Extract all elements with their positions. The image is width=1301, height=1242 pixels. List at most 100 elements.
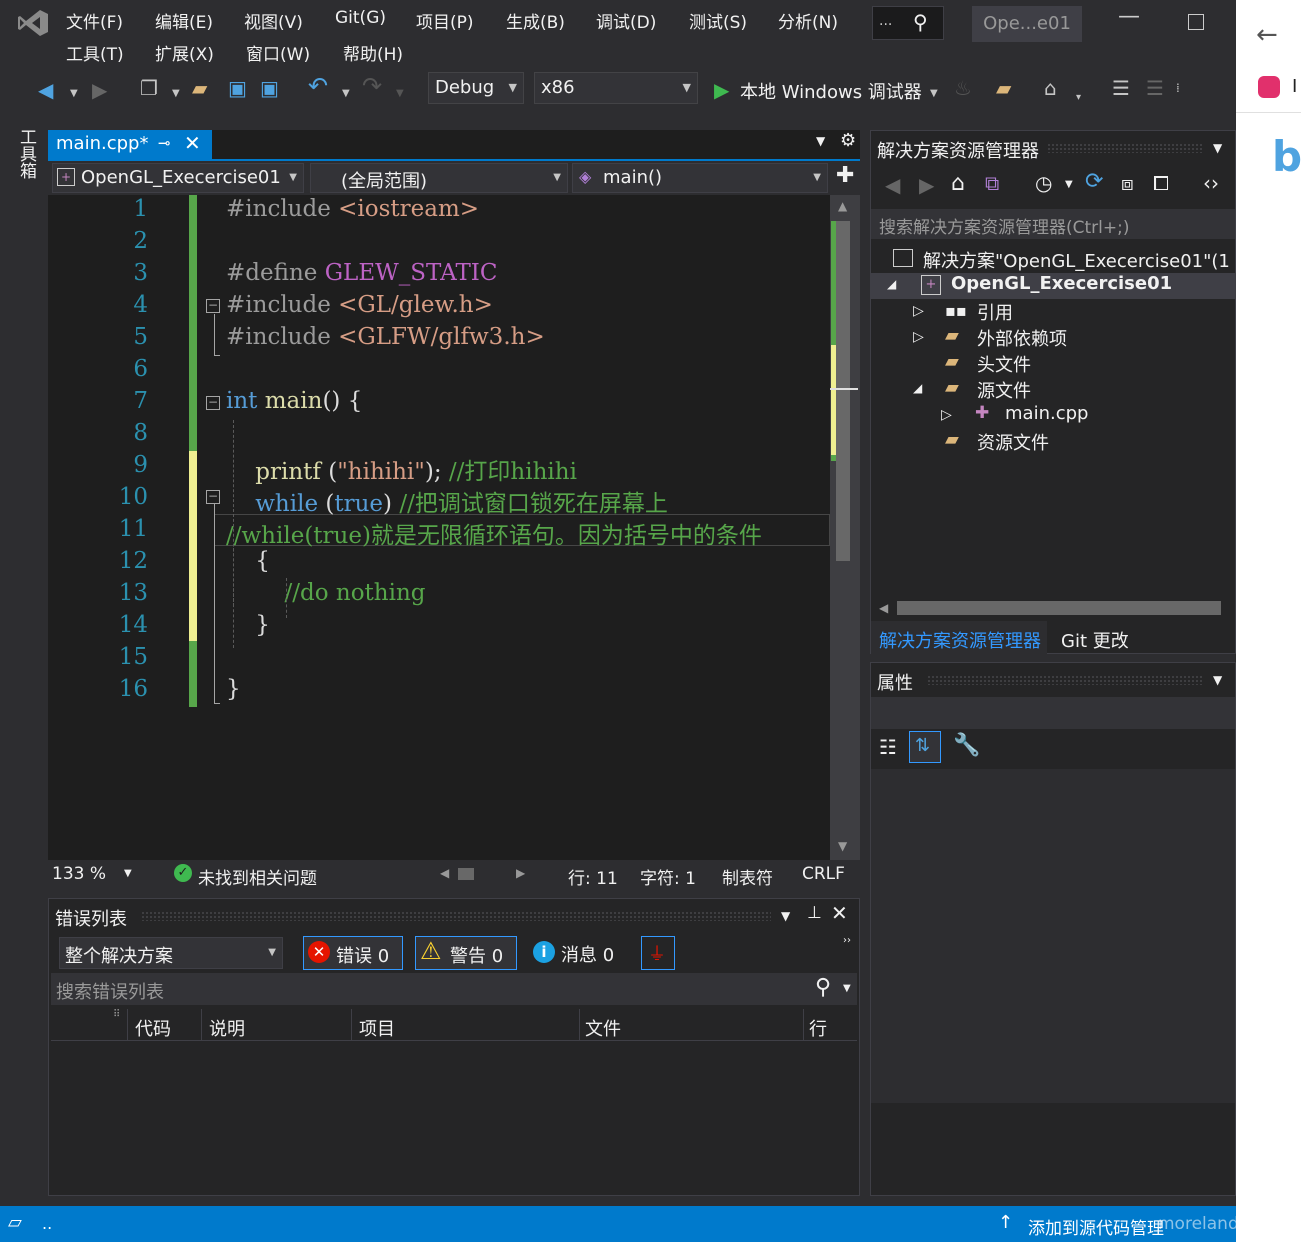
scroll-thumb[interactable]: [836, 221, 850, 561]
instagram-icon[interactable]: [1258, 76, 1280, 98]
play-icon[interactable]: ▶: [714, 80, 729, 100]
close-icon[interactable]: ✕: [184, 131, 201, 155]
back-dropdown-icon[interactable]: ▼: [70, 84, 78, 104]
scroll-left-icon[interactable]: ◀: [879, 601, 888, 615]
chevron-down-icon[interactable]: ▼: [843, 983, 851, 994]
show-all-files-icon[interactable]: ⧠: [1153, 171, 1169, 195]
menu-edit[interactable]: 编辑(E): [155, 8, 213, 33]
scroll-up-icon[interactable]: ▲: [838, 199, 847, 213]
find-files-icon[interactable]: ▰: [996, 78, 1011, 98]
menu-test[interactable]: 测试(S): [689, 8, 747, 33]
warnings-filter-button[interactable]: ⚠ 警告 0: [415, 936, 517, 970]
tree-project[interactable]: OpenGL_Execercise01: [951, 273, 1172, 294]
vs-logo-icon[interactable]: [16, 8, 50, 38]
toolbar-overflow-icon[interactable]: ▾: [1076, 88, 1081, 108]
tab-list-dropdown-icon[interactable]: ▼: [816, 134, 825, 148]
expanded-arrow-icon[interactable]: ◢: [913, 381, 922, 395]
collapse-icon[interactable]: −: [206, 490, 220, 504]
column-file[interactable]: 文件: [585, 1015, 621, 1041]
scroll-left-icon[interactable]: ◀: [440, 866, 449, 880]
menu-git[interactable]: Git(G): [335, 8, 386, 28]
undo-icon[interactable]: ↶: [308, 74, 328, 98]
tree-resource-files[interactable]: 资源文件: [977, 429, 1049, 455]
menu-analyze[interactable]: 分析(N): [778, 8, 838, 33]
chevron-down-icon[interactable]: ▼: [1213, 673, 1222, 687]
tree-source-files[interactable]: 源文件: [977, 377, 1031, 403]
pin-icon[interactable]: ⊥: [807, 903, 822, 923]
tree-header-files[interactable]: 头文件: [977, 351, 1031, 377]
collapsed-arrow-icon[interactable]: ▷: [913, 303, 924, 319]
scroll-right-icon[interactable]: ▶: [516, 866, 525, 880]
home-icon[interactable]: ⌂: [951, 171, 965, 196]
categorized-icon[interactable]: ☷: [879, 735, 897, 759]
editor-vertical-scrollbar[interactable]: ▲ ▼: [830, 195, 860, 860]
expanded-arrow-icon[interactable]: ◢: [887, 277, 896, 291]
toolbar-overflow-icon[interactable]: ››: [843, 935, 851, 946]
save-icon[interactable]: ▣: [228, 78, 247, 98]
tab-main-cpp[interactable]: main.cpp* ⊸ ✕: [48, 130, 212, 160]
arrow-up-icon[interactable]: ↑: [998, 1212, 1013, 1233]
scope-select[interactable]: 整个解决方案 ▼: [59, 937, 283, 969]
open-folder-icon[interactable]: ▰: [192, 78, 207, 98]
errors-filter-button[interactable]: ✕ 错误 0: [303, 936, 403, 970]
code-view-icon[interactable]: ‹›: [1203, 171, 1219, 195]
chevron-down-icon[interactable]: ▼: [124, 868, 132, 879]
new-project-icon[interactable]: ❐: [140, 78, 158, 98]
forward-icon[interactable]: ▶: [919, 173, 934, 197]
collapse-icon[interactable]: −: [206, 396, 220, 410]
back-icon[interactable]: ◀: [885, 173, 900, 197]
chevron-down-icon[interactable]: ▼: [1213, 141, 1222, 155]
eol-status[interactable]: CRLF: [802, 864, 845, 884]
collapse-icon[interactable]: −: [206, 299, 220, 313]
wrench-icon[interactable]: 🔧: [953, 733, 980, 758]
bing-logo-icon[interactable]: b: [1272, 132, 1301, 181]
solution-search-input[interactable]: 搜索解决方案资源管理器(Ctrl+;): [871, 209, 1235, 239]
tree-references[interactable]: 引用: [977, 299, 1013, 325]
gear-icon[interactable]: ⚙: [840, 130, 856, 151]
config-select[interactable]: Debug ▼: [428, 72, 524, 104]
menu-window[interactable]: 窗口(W): [246, 40, 310, 65]
member-dropdown[interactable]: ◈ main() ▼: [572, 163, 828, 193]
toolbox-tab[interactable]: 工具箱: [14, 128, 36, 179]
maximize-button[interactable]: [1188, 14, 1204, 30]
home-window-icon[interactable]: ⌂: [1044, 78, 1057, 98]
redo-icon[interactable]: ↷: [362, 74, 382, 98]
pending-changes-icon[interactable]: ◷: [1035, 171, 1052, 195]
horizontal-scroll-thumb[interactable]: [897, 601, 1221, 615]
menu-debug[interactable]: 调试(D): [596, 8, 656, 33]
forward-icon[interactable]: ▶: [92, 80, 107, 100]
properties-object-select[interactable]: [871, 697, 1235, 729]
project-dropdown[interactable]: + OpenGL_Execercise01 ▼: [52, 163, 304, 193]
indent-icon[interactable]: ☰: [1112, 78, 1130, 98]
horizontal-scroll-thumb[interactable]: [458, 868, 474, 880]
pin-icon[interactable]: ⊸: [158, 134, 171, 152]
tree-main-cpp[interactable]: main.cpp: [1005, 403, 1088, 424]
error-search-input[interactable]: 搜索错误列表 ⚲ ▼: [51, 973, 857, 1005]
scope-dropdown[interactable]: (全局范围) ▼: [310, 163, 568, 193]
scroll-down-icon[interactable]: ▼: [838, 839, 847, 853]
hot-reload-icon[interactable]: ♨: [954, 78, 972, 98]
menu-help[interactable]: 帮助(H): [343, 40, 403, 65]
collapsed-arrow-icon[interactable]: ▷: [913, 329, 924, 345]
menu-file[interactable]: 文件(F): [66, 8, 123, 33]
zoom-level[interactable]: 133 %: [52, 864, 106, 884]
search-button[interactable]: ... ⚲: [872, 6, 944, 40]
minimize-button[interactable]: —: [1118, 4, 1140, 29]
refresh-icon[interactable]: ⟳: [1085, 169, 1103, 194]
toolbar-overflow-icon[interactable]: ⁞: [1176, 78, 1180, 98]
alphabetical-button[interactable]: ⇅: [909, 731, 941, 763]
run-debugger-button[interactable]: 本地 Windows 调试器: [740, 78, 922, 104]
tree-external-deps[interactable]: 外部依赖项: [977, 325, 1067, 351]
char-status[interactable]: 字符: 1: [640, 864, 696, 889]
split-editor-icon[interactable]: ✚: [836, 163, 854, 188]
outdent-icon[interactable]: ☰: [1146, 78, 1164, 98]
back-icon[interactable]: ◀: [38, 80, 53, 100]
menu-tools[interactable]: 工具(T): [66, 40, 124, 65]
column-description[interactable]: 说明: [209, 1015, 245, 1041]
menu-extensions[interactable]: 扩展(X): [155, 40, 214, 65]
menu-view[interactable]: 视图(V): [244, 8, 303, 33]
switch-views-icon[interactable]: ⧉: [985, 171, 999, 195]
sort-icon[interactable]: ⠿: [113, 1009, 120, 1020]
collapsed-arrow-icon[interactable]: ▷: [941, 407, 952, 423]
column-code[interactable]: 代码: [135, 1015, 171, 1041]
